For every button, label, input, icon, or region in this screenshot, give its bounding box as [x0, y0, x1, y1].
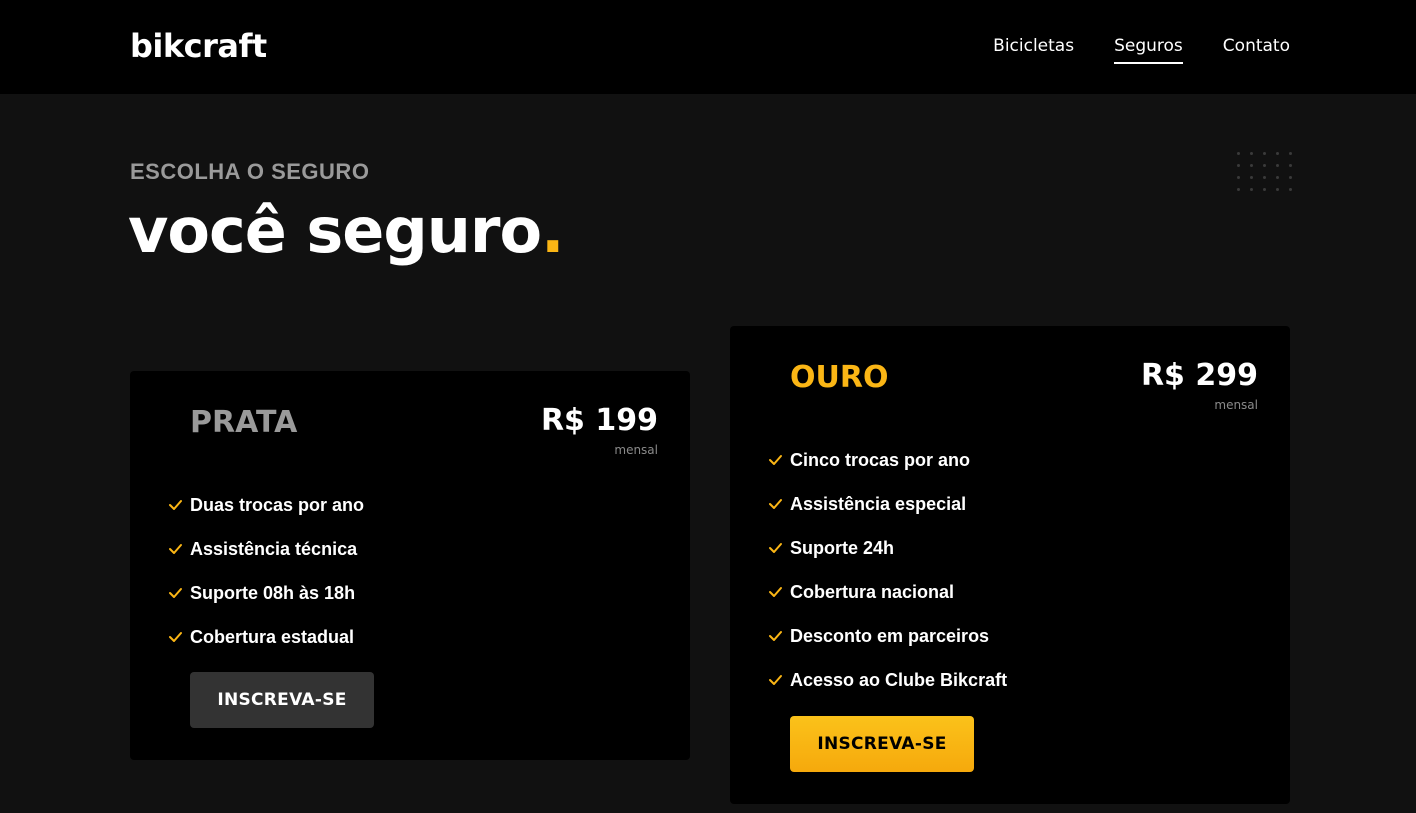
feature-item: Cobertura nacional	[768, 570, 1007, 614]
decorative-dot	[1263, 152, 1266, 155]
page-title-text: você seguro	[128, 194, 542, 267]
plan-card-prata: PRATA R$ 199 mensal Duas trocas por ano A…	[130, 371, 690, 760]
feature-label: Duas trocas por ano	[190, 494, 365, 515]
feature-item: Cinco trocas por ano	[768, 438, 1007, 482]
decorative-dot	[1263, 164, 1266, 167]
plan-price: R$ 299	[1140, 358, 1258, 393]
main-nav: Bicicletas Seguros Contato	[993, 34, 1290, 64]
check-icon	[768, 449, 790, 471]
decorative-dots	[1237, 152, 1293, 191]
feature-item: Assistência técnica	[168, 527, 364, 571]
subscribe-button-prata[interactable]: INSCREVA-SE	[190, 672, 374, 728]
nav-link-seguros[interactable]: Seguros	[1114, 34, 1183, 64]
check-icon	[768, 537, 790, 559]
site-header: bikcraft Bicicletas Seguros Contato	[0, 0, 1416, 94]
plan-name: PRATA	[190, 405, 298, 440]
decorative-dot	[1289, 176, 1292, 179]
feature-label: Suporte 08h às 18h	[190, 582, 356, 603]
decorative-dot	[1250, 188, 1253, 191]
feature-item: Suporte 24h	[768, 526, 1007, 570]
nav-link-bicicletas[interactable]: Bicicletas	[993, 34, 1074, 64]
decorative-dot	[1237, 188, 1240, 191]
feature-label: Cobertura estadual	[190, 626, 355, 647]
logo[interactable]: bikcraft	[130, 26, 267, 66]
feature-item: Desconto em parceiros	[768, 614, 1007, 658]
decorative-dot	[1237, 152, 1240, 155]
check-icon	[168, 494, 190, 516]
feature-label: Cinco trocas por ano	[790, 449, 971, 470]
plan-name: OURO	[790, 360, 889, 395]
check-icon	[768, 581, 790, 603]
decorative-dot	[1276, 176, 1279, 179]
decorative-dot	[1237, 164, 1240, 167]
feature-item: Acesso ao Clube Bikcraft	[768, 658, 1007, 702]
feature-label: Cobertura nacional	[790, 581, 955, 602]
feature-label: Suporte 24h	[790, 537, 895, 558]
plan-period: mensal	[614, 443, 658, 457]
decorative-dot	[1250, 176, 1253, 179]
subscribe-button-ouro[interactable]: INSCREVA-SE	[790, 716, 974, 772]
feature-item: Duas trocas por ano	[168, 483, 364, 527]
section-eyebrow: ESCOLHA O SEGURO	[130, 159, 370, 184]
decorative-dot	[1289, 152, 1292, 155]
decorative-dot	[1276, 152, 1279, 155]
check-icon	[768, 493, 790, 515]
feature-label: Assistência especial	[790, 493, 967, 514]
check-icon	[768, 625, 790, 647]
plan-price: R$ 199	[540, 403, 658, 438]
feature-item: Suporte 08h às 18h	[168, 571, 364, 615]
check-icon	[168, 626, 190, 648]
page-title-dot: .	[541, 194, 565, 267]
feature-list: Duas trocas por ano Assistência técnica Su…	[168, 483, 364, 659]
plan-period: mensal	[1214, 398, 1258, 412]
feature-label: Desconto em parceiros	[790, 625, 990, 646]
check-icon	[168, 582, 190, 604]
check-icon	[768, 669, 790, 691]
nav-link-contato[interactable]: Contato	[1223, 34, 1290, 64]
decorative-dot	[1263, 176, 1266, 179]
decorative-dot	[1263, 188, 1266, 191]
page-title: você seguro.	[128, 193, 565, 269]
plan-card-ouro: OURO R$ 299 mensal Cinco trocas por ano A…	[730, 326, 1290, 804]
decorative-dot	[1276, 164, 1279, 167]
feature-item: Assistência especial	[768, 482, 1007, 526]
check-icon	[168, 538, 190, 560]
decorative-dot	[1250, 164, 1253, 167]
feature-list: Cinco trocas por ano Assistência especial…	[768, 438, 1007, 702]
decorative-dot	[1276, 188, 1279, 191]
decorative-dot	[1289, 188, 1292, 191]
decorative-dot	[1237, 176, 1240, 179]
decorative-dot	[1250, 152, 1253, 155]
feature-label: Assistência técnica	[190, 538, 358, 559]
feature-item: Cobertura estadual	[168, 615, 364, 659]
feature-label: Acesso ao Clube Bikcraft	[790, 669, 1008, 690]
decorative-dot	[1289, 164, 1292, 167]
